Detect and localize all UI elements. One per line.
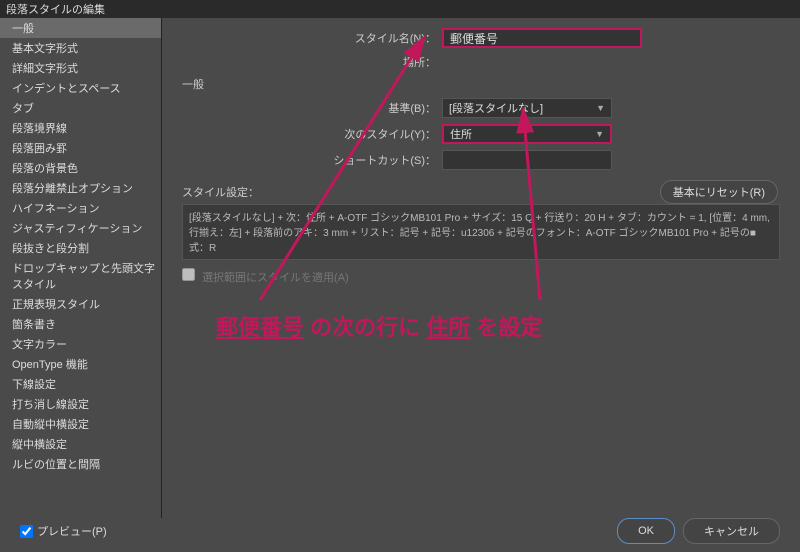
main-panel: スタイル名(N)： 場所： 一般 基準(B)： [段落スタイルなし] ▼ 次のス… — [162, 18, 800, 518]
settings-label: スタイル設定： — [182, 184, 259, 200]
sidebar-item[interactable]: 自動縦中横設定 — [0, 414, 161, 434]
next-style-select[interactable]: 住所 ▼ — [442, 124, 612, 144]
based-on-select[interactable]: [段落スタイルなし] ▼ — [442, 98, 612, 118]
footer: プレビュー(P) OK キャンセル — [0, 518, 800, 544]
preview-checkbox-row[interactable]: プレビュー(P) — [20, 523, 107, 539]
section-title: 一般 — [182, 76, 780, 92]
sidebar-item[interactable]: ドロップキャップと先頭文字スタイル — [0, 258, 161, 294]
sidebar-item[interactable]: 一般 — [0, 18, 161, 38]
ok-button[interactable]: OK — [617, 518, 675, 544]
shortcut-input[interactable] — [442, 150, 612, 170]
sidebar-item[interactable]: ルビの位置と間隔 — [0, 454, 161, 474]
sidebar-item[interactable]: 段抜きと段分割 — [0, 238, 161, 258]
stylename-input[interactable] — [442, 28, 642, 48]
preview-checkbox[interactable] — [20, 525, 33, 538]
sidebar-item[interactable]: 段落の背景色 — [0, 158, 161, 178]
sidebar-item[interactable]: 箇条書き — [0, 314, 161, 334]
apply-selection-label: 選択範囲にスタイルを適用(A) — [202, 272, 349, 284]
sidebar: 一般基本文字形式詳細文字形式インデントとスペースタブ段落境界線段落囲み罫段落の背… — [0, 18, 162, 518]
location-label: 場所： — [182, 54, 442, 70]
chevron-down-icon: ▼ — [595, 129, 604, 139]
next-style-value: 住所 — [450, 126, 472, 142]
sidebar-item[interactable]: 基本文字形式 — [0, 38, 161, 58]
based-on-label: 基準(B)： — [182, 100, 442, 116]
sidebar-item[interactable]: 詳細文字形式 — [0, 58, 161, 78]
based-on-value: [段落スタイルなし] — [449, 100, 543, 116]
apply-selection-checkbox — [182, 268, 195, 281]
preview-label: プレビュー(P) — [37, 523, 107, 539]
sidebar-item[interactable]: 下線設定 — [0, 374, 161, 394]
apply-selection-row: 選択範囲にスタイルを適用(A) — [182, 268, 780, 285]
sidebar-item[interactable]: OpenType 機能 — [0, 354, 161, 374]
next-style-label: 次のスタイル(Y)： — [182, 126, 442, 142]
chevron-down-icon: ▼ — [596, 103, 605, 113]
sidebar-item[interactable]: 段落囲み罫 — [0, 138, 161, 158]
sidebar-item[interactable]: 段落境界線 — [0, 118, 161, 138]
reset-button[interactable]: 基本にリセット(R) — [660, 180, 778, 204]
cancel-button[interactable]: キャンセル — [683, 518, 780, 544]
stylename-label: スタイル名(N)： — [182, 30, 442, 46]
window-title: 段落スタイルの編集 — [6, 1, 105, 17]
sidebar-item[interactable]: 文字カラー — [0, 334, 161, 354]
settings-description: [段落スタイルなし] + 次：住所 + A-OTF ゴシックMB101 Pro … — [182, 204, 780, 260]
sidebar-item[interactable]: 打ち消し線設定 — [0, 394, 161, 414]
sidebar-item[interactable]: 段落分離禁止オプション — [0, 178, 161, 198]
sidebar-item[interactable]: タブ — [0, 98, 161, 118]
shortcut-label: ショートカット(S)： — [182, 152, 442, 168]
sidebar-item[interactable]: 正規表現スタイル — [0, 294, 161, 314]
sidebar-item[interactable]: 縦中横設定 — [0, 434, 161, 454]
sidebar-item[interactable]: ハイフネーション — [0, 198, 161, 218]
sidebar-item[interactable]: インデントとスペース — [0, 78, 161, 98]
titlebar: 段落スタイルの編集 — [0, 0, 800, 18]
sidebar-item[interactable]: ジャスティフィケーション — [0, 218, 161, 238]
